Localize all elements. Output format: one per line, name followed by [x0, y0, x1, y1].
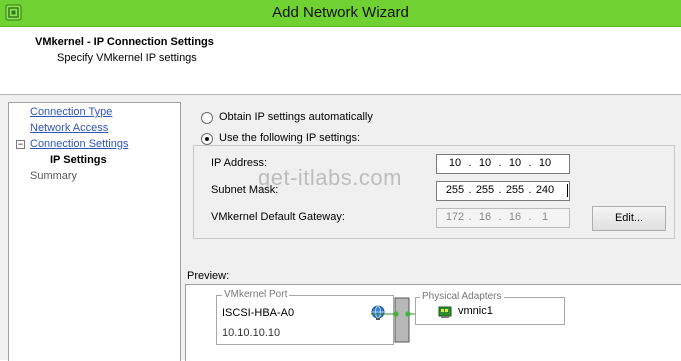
- preview-label: Preview:: [187, 270, 230, 282]
- text-caret: [567, 184, 568, 197]
- window-title: Add Network Wizard: [272, 4, 409, 21]
- nav-item-connection-type[interactable]: Connection Type: [30, 106, 112, 118]
- wizard-steps-pane: Connection Type Network Access − Connect…: [8, 102, 181, 361]
- subnet-octet-2: 255: [475, 184, 495, 196]
- obtain-auto-radio[interactable]: [201, 112, 213, 124]
- nav-item-summary: Summary: [30, 170, 78, 182]
- ip-address-input[interactable]: 10 . 10 . 10 . 10: [436, 154, 570, 174]
- title-bar: Add Network Wizard: [0, 0, 681, 27]
- subnet-octet-3: 255: [505, 184, 525, 196]
- subnet-mask-label: Subnet Mask:: [211, 184, 279, 196]
- collapse-icon[interactable]: −: [16, 140, 25, 149]
- gateway-octet-4: 1: [541, 211, 549, 223]
- use-following-label[interactable]: Use the following IP settings:: [215, 132, 365, 144]
- page-title: VMkernel - IP Connection Settings: [35, 36, 214, 48]
- gateway-label: VMkernel Default Gateway:: [211, 211, 345, 223]
- page-subtitle: Specify VMkernel IP settings: [57, 52, 197, 64]
- edit-gateway-button[interactable]: Edit...: [592, 206, 666, 231]
- obtain-auto-label[interactable]: Obtain IP settings automatically: [219, 111, 373, 123]
- nav-item-network-access[interactable]: Network Access: [30, 122, 108, 134]
- ip-octet-4: 10: [538, 157, 552, 169]
- physical-adapters-box: Physical Adapters vmnic1: [415, 291, 565, 325]
- wizard-header: VMkernel - IP Connection Settings Specif…: [0, 27, 681, 94]
- port-name: ISCSI-HBA-A0: [222, 307, 295, 319]
- ip-octet-2: 10: [478, 157, 492, 169]
- subnet-octet-4: 240: [535, 184, 555, 196]
- use-following-radio[interactable]: [201, 133, 213, 145]
- vmkernel-port-box: VMkernel Port ISCSI-HBA-A0 10.10.10.10: [216, 289, 394, 345]
- ip-address-label: IP Address:: [211, 157, 268, 169]
- subnet-octet-1: 255: [445, 184, 465, 196]
- network-preview: VMkernel Port ISCSI-HBA-A0 10.10.10.10 P…: [185, 284, 681, 361]
- nic-name: vmnic1: [458, 305, 493, 317]
- vmkernel-port-title: VMkernel Port: [222, 289, 290, 300]
- gateway-octet-1: 172: [445, 211, 465, 223]
- subnet-mask-input[interactable]: 255 . 255 . 255 . 240: [436, 181, 570, 201]
- ip-octet-3: 10: [508, 157, 522, 169]
- nic-icon: [438, 306, 452, 318]
- ip-octet-1: 10: [448, 157, 462, 169]
- physical-adapters-title: Physical Adapters: [420, 291, 504, 302]
- port-ip: 10.10.10.10: [222, 327, 281, 339]
- gateway-octet-2: 16: [478, 211, 492, 223]
- nav-item-connection-settings[interactable]: Connection Settings: [30, 138, 128, 150]
- gateway-octet-3: 16: [508, 211, 522, 223]
- gateway-input[interactable]: 172 . 16 . 16 . 1: [436, 208, 570, 228]
- nav-item-ip-settings: IP Settings: [50, 154, 107, 166]
